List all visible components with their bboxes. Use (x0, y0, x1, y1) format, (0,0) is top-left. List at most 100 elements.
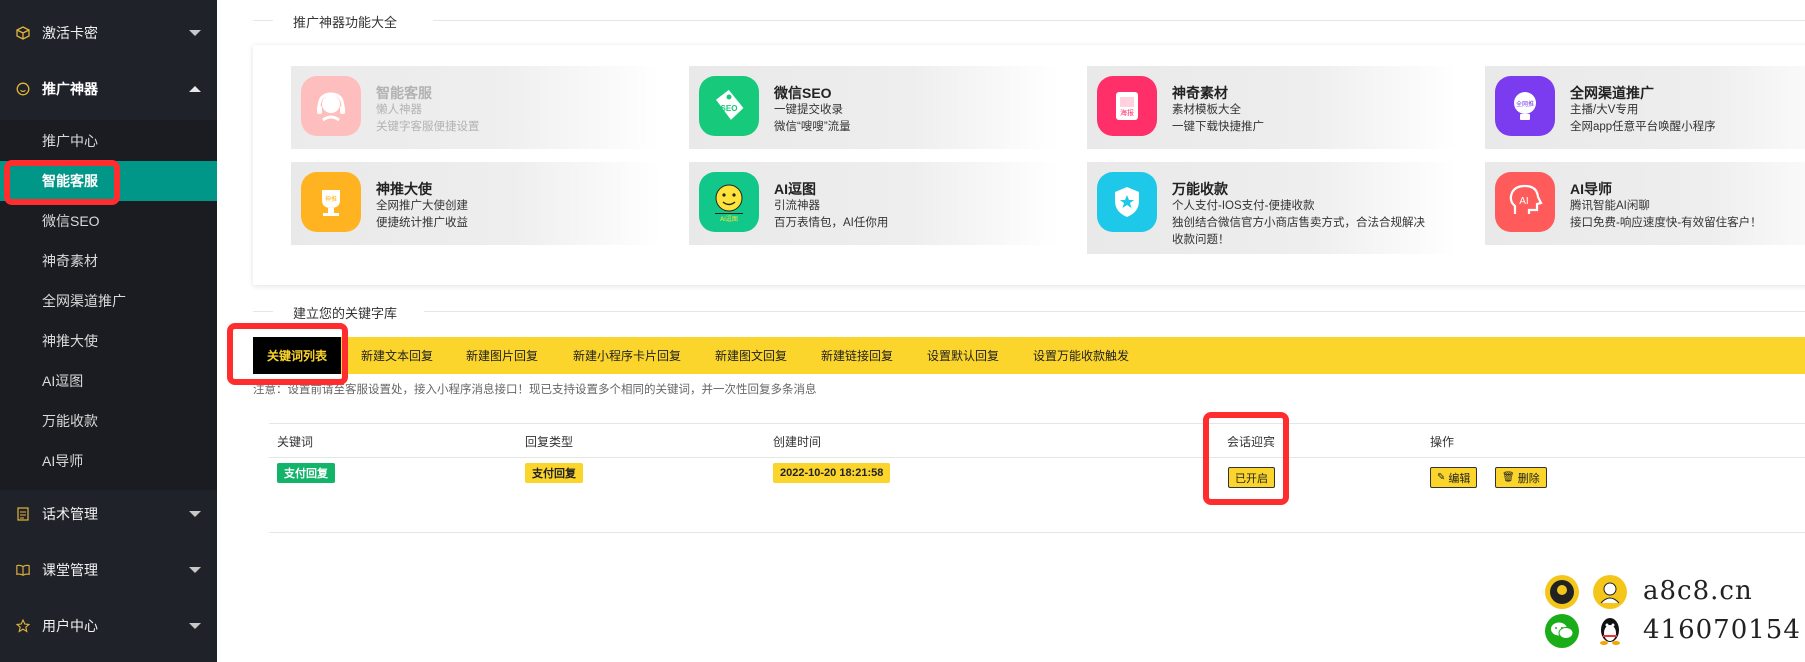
sub-label: 神奇素材 (42, 253, 98, 269)
tab-new-miniprogram-reply[interactable]: 新建小程序卡片回复 (573, 337, 681, 374)
tag-icon: SEO (699, 76, 759, 136)
promo-submenu: 推广中心 智能客服 微信SEO 神奇素材 全网渠道推广 神推大使 AI逗图 万能… (0, 120, 217, 490)
card-desc: 主播/大V专用 (1570, 104, 1639, 116)
card-channel-promo[interactable]: 全网推 全网渠道推广 主播/大V专用 全网app任意平台唤醒小程序 (1485, 66, 1805, 149)
card-desc: 个人支付-IOS支付-便捷收款 (1172, 200, 1315, 212)
card-ambassador[interactable]: 神推 神推大使 全网推广大使创建 便捷统计推广收益 (291, 162, 661, 245)
poster-icon: 海报 (1097, 76, 1157, 136)
sidebar-item-promo-center[interactable]: 推广中心 (0, 121, 217, 161)
tab-new-link-reply[interactable]: 新建链接回复 (821, 337, 893, 374)
card-ai-mentor[interactable]: AI AI导师 腾讯智能AI闲聊 接口免费-响应速度快-有效留住客户！ (1485, 162, 1805, 245)
emoji-icon: AI逗图 (699, 172, 759, 232)
sub-label: 万能收款 (42, 413, 98, 429)
headset-icon (301, 76, 361, 136)
card-smart-service[interactable]: 智能客服 懒人神器 关键字客服便捷设置 (291, 66, 661, 149)
chevron-down-icon (189, 30, 201, 36)
sidebar: 激活卡密 推广神器 推广中心 智能客服 微信SEO 神奇素材 全网渠道推广 神推… (0, 0, 217, 662)
header-greeting: 会话迎宾 (1227, 435, 1276, 449)
tab-new-article-reply[interactable]: 新建图文回复 (715, 337, 787, 374)
card-title: AI逗图 (774, 181, 816, 197)
sidebar-item-ai-mentor[interactable]: AI导师 (0, 441, 217, 481)
button-label: 编辑 (1448, 472, 1471, 485)
nav-activate-keys[interactable]: 激活卡密 (0, 5, 217, 61)
bulb-icon: 全网推 (1495, 76, 1555, 136)
card-desc: 引流神器 (774, 200, 820, 212)
button-label: 删除 (1517, 472, 1540, 485)
icon-label: 全网推 (1516, 100, 1534, 108)
card-title: 智能客服 (376, 85, 432, 101)
watermark-site: a8c8.cn (1643, 576, 1753, 606)
smile-icon (16, 82, 30, 96)
chevron-down-icon (189, 511, 201, 517)
card-payment[interactable]: 万能收款 个人支付-IOS支付-便捷收款 独创结合微信官方小商店售卖方式，合法合… (1087, 162, 1457, 254)
created-time-badge: 2022-10-20 18:21:58 (773, 463, 891, 483)
sidebar-item-materials[interactable]: 神奇素材 (0, 241, 217, 281)
nav-scripts[interactable]: 话术管理 (0, 486, 217, 542)
tab-keyword-list[interactable]: 关键词列表 (253, 337, 342, 374)
document-icon (16, 507, 30, 521)
qq-penguin-icon (1593, 614, 1627, 648)
sidebar-item-payment[interactable]: 万能收款 (0, 401, 217, 441)
sub-label: 神推大使 (42, 333, 98, 349)
pencil-icon: ✎ (1437, 472, 1446, 483)
card-desc: 一键下载快捷推广 (1172, 121, 1264, 133)
icon-label: SEO (721, 104, 738, 113)
sidebar-item-smart-service[interactable]: 智能客服 (0, 161, 217, 201)
icon-label: AI逗图 (720, 215, 738, 223)
ai-head-icon: AI (1495, 172, 1555, 232)
icon-label: AI (1519, 196, 1528, 207)
greeting-toggle[interactable]: 已开启 (1228, 467, 1275, 488)
notice-text: 注意：设置前请至客服设置处，接入小程序消息接口！现已支持设置多个相同的关键词，并… (253, 384, 817, 396)
watermark-qq: 416070154 (1643, 615, 1801, 645)
card-desc: 全网推广大使创建 (376, 200, 468, 212)
card-title: 神推大使 (376, 181, 432, 197)
card-desc: 一键提交收录 (774, 104, 843, 116)
main-content: 推广神器功能大全 智能客服 懒人神器 关键字客服便捷设置 SEO 微信SEO 一… (217, 0, 1805, 662)
tab-new-text-reply[interactable]: 新建文本回复 (361, 337, 433, 374)
avatar-icon (1593, 575, 1627, 609)
edit-button[interactable]: ✎ 编辑 (1430, 467, 1478, 488)
nav-label: 推广神器 (42, 81, 98, 97)
toggle-label: 已开启 (1235, 472, 1268, 485)
keyword-badge: 支付回复 (277, 463, 335, 483)
chevron-down-icon (189, 623, 201, 629)
sub-label: 微信SEO (42, 213, 100, 229)
sidebar-item-channel-promo[interactable]: 全网渠道推广 (0, 281, 217, 321)
sidebar-item-ambassador[interactable]: 神推大使 (0, 321, 217, 361)
sub-label: 全网渠道推广 (42, 293, 126, 309)
delete-button[interactable]: 🗑 删除 (1495, 467, 1547, 488)
trash-icon: 🗑 (1502, 472, 1515, 483)
tab-payment-trigger[interactable]: 设置万能收款触发 (1033, 337, 1129, 374)
sidebar-item-wechat-seo[interactable]: 微信SEO (0, 201, 217, 241)
card-materials[interactable]: 海报 神奇素材 素材模板大全 一键下载快捷推广 (1087, 66, 1457, 149)
sidebar-item-ai-meme[interactable]: AI逗图 (0, 361, 217, 401)
card-desc: 收款问题！ (1172, 234, 1230, 246)
nav-classroom[interactable]: 课堂管理 (0, 542, 217, 598)
card-desc: 全网app任意平台唤醒小程序 (1570, 121, 1716, 133)
card-title: 万能收款 (1172, 181, 1228, 197)
card-desc: 便捷统计推广收益 (376, 217, 468, 229)
nav-label: 用户中心 (42, 618, 98, 634)
card-wechat-seo[interactable]: SEO 微信SEO 一键提交收录 微信“嗖嗖”流量 (689, 66, 1059, 149)
logo-icon (1545, 575, 1579, 609)
nav-promo-tools[interactable]: 推广神器 (0, 61, 217, 117)
tools-panel: 智能客服 懒人神器 关键字客服便捷设置 SEO 微信SEO 一键提交收录 微信“… (253, 45, 1805, 285)
wechat-icon (1545, 614, 1579, 648)
section-title-tools: 推广神器功能大全 (293, 15, 398, 30)
chevron-down-icon (189, 567, 201, 573)
chevron-up-icon (189, 86, 201, 92)
tab-default-reply[interactable]: 设置默认回复 (927, 337, 999, 374)
cube-icon (16, 26, 30, 40)
card-desc: 关键字客服便捷设置 (376, 121, 480, 133)
card-ai-meme[interactable]: AI逗图 AI逗图 引流神器 百万表情包，AI任你用 (689, 162, 1059, 245)
table-border (269, 457, 1805, 458)
card-desc: 腾讯智能AI闲聊 (1570, 200, 1650, 212)
nav-user-center[interactable]: 用户中心 (0, 598, 217, 654)
tab-new-image-reply[interactable]: 新建图片回复 (466, 337, 538, 374)
card-desc: 独创结合微信官方小商店售卖方式，合法合规解决 (1172, 217, 1425, 229)
table-border (269, 532, 1805, 533)
sub-label: 智能客服 (42, 173, 98, 189)
header-reply-type: 回复类型 (525, 435, 574, 449)
table-border (269, 423, 1805, 424)
nav-label: 激活卡密 (42, 25, 98, 41)
